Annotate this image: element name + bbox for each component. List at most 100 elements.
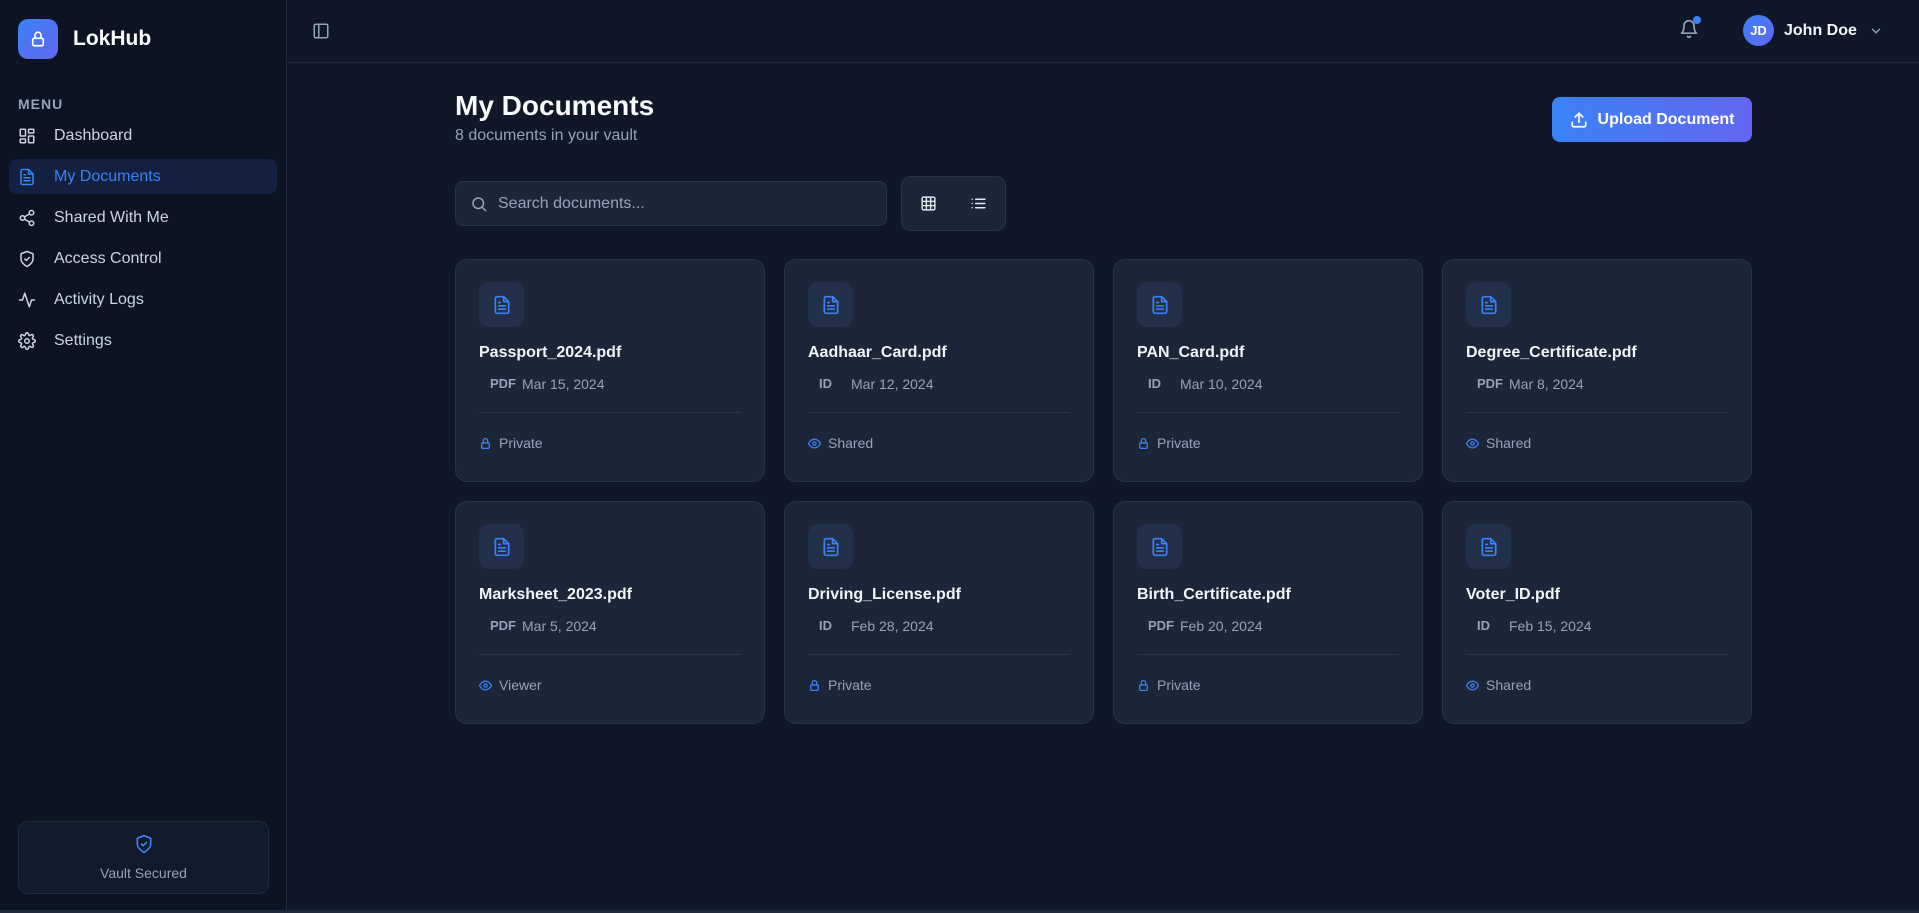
eye-icon: [479, 679, 492, 692]
lock-icon: [18, 19, 58, 59]
upload-button-label: Upload Document: [1597, 110, 1735, 128]
divider: [1466, 412, 1728, 413]
vault-status-label: Vault Secured: [100, 865, 187, 881]
document-type: PDF: [490, 376, 516, 391]
vault-status-card: Vault Secured: [18, 821, 269, 894]
document-card[interactable]: Birth_Certificate.pdf PDF Feb 20, 2024 P…: [1113, 501, 1423, 724]
file-text-icon: [479, 282, 524, 327]
access-status: Viewer: [479, 677, 542, 693]
sidebar: LokHub MENU Dashboard My Documents Share…: [0, 0, 287, 913]
document-card[interactable]: Marksheet_2023.pdf PDF Mar 5, 2024 Viewe…: [455, 501, 765, 724]
sidebar-item-dashboard[interactable]: Dashboard: [9, 118, 277, 153]
access-label: Shared: [1486, 435, 1532, 451]
file-text-icon: [479, 524, 524, 569]
shield-check-icon: [134, 834, 154, 859]
brand[interactable]: LokHub: [0, 0, 286, 78]
divider: [1466, 654, 1728, 655]
file-text-icon: [1137, 524, 1182, 569]
document-card[interactable]: PAN_Card.pdf ID Mar 10, 2024 Private: [1113, 259, 1423, 482]
access-status: Shared: [1466, 435, 1531, 451]
gear-icon: [18, 331, 36, 350]
grid-view-button[interactable]: [915, 190, 943, 218]
file-text-icon: [1466, 524, 1511, 569]
view-toggle: [901, 176, 1006, 231]
lock-icon: [1137, 437, 1150, 450]
search-input[interactable]: [498, 182, 886, 225]
document-type: ID: [1477, 618, 1490, 633]
user-menu[interactable]: JD John Doe: [1743, 15, 1883, 46]
eye-icon: [808, 437, 821, 450]
lock-icon: [808, 679, 821, 692]
access-label: Private: [828, 677, 872, 693]
divider: [808, 412, 1070, 413]
document-name: Voter_ID.pdf: [1466, 586, 1560, 603]
page-subtitle: 8 documents in your vault: [455, 127, 638, 144]
access-status: Private: [808, 677, 872, 693]
sidebar-item-label: My Documents: [54, 167, 161, 185]
document-name: PAN_Card.pdf: [1137, 344, 1245, 361]
access-status: Private: [1137, 677, 1201, 693]
access-label: Private: [499, 435, 543, 451]
document-date: Mar 8, 2024: [1509, 376, 1584, 392]
dashboard-icon: [18, 127, 36, 145]
document-name: Driving_License.pdf: [808, 586, 961, 603]
document-name: Passport_2024.pdf: [479, 344, 622, 361]
access-label: Private: [1157, 677, 1201, 693]
list-view-button[interactable]: [965, 190, 993, 218]
document-date: Mar 12, 2024: [851, 376, 934, 392]
upload-icon: [1570, 111, 1588, 129]
access-status: Private: [1137, 435, 1201, 451]
eye-icon: [1466, 437, 1479, 450]
document-date: Feb 15, 2024: [1509, 618, 1592, 634]
lock-icon: [479, 437, 492, 450]
document-date: Feb 28, 2024: [851, 618, 934, 634]
document-name: Marksheet_2023.pdf: [479, 586, 632, 603]
document-card[interactable]: Aadhaar_Card.pdf ID Mar 12, 2024 Shared: [784, 259, 1094, 482]
sidebar-item-activity-logs[interactable]: Activity Logs: [9, 282, 277, 317]
file-text-icon: [808, 524, 853, 569]
document-card[interactable]: Degree_Certificate.pdf PDF Mar 8, 2024 S…: [1442, 259, 1752, 482]
notification-bell-icon[interactable]: [1679, 16, 1701, 39]
sidebar-item-my-documents[interactable]: My Documents: [9, 159, 277, 194]
lock-icon: [1137, 679, 1150, 692]
access-label: Viewer: [499, 677, 542, 693]
topbar: JD John Doe: [287, 0, 1919, 63]
document-grid: Passport_2024.pdf PDF Mar 15, 2024 Priva…: [455, 259, 1752, 724]
page-title: My Documents: [455, 90, 655, 121]
document-type: ID: [819, 376, 832, 391]
sidebar-item-label: Dashboard: [54, 126, 133, 144]
sidebar-item-shared-with-me[interactable]: Shared With Me: [9, 200, 277, 235]
sidebar-item-label: Settings: [54, 331, 112, 349]
document-type: PDF: [1477, 376, 1503, 391]
sidebar-nav: Dashboard My Documents Shared With Me Ac…: [0, 118, 286, 358]
upload-document-button[interactable]: Upload Document: [1552, 97, 1752, 142]
document-date: Feb 20, 2024: [1180, 618, 1263, 634]
document-type: ID: [819, 618, 832, 633]
avatar: JD: [1743, 15, 1774, 46]
sidebar-item-label: Access Control: [54, 249, 162, 267]
document-date: Mar 5, 2024: [522, 618, 597, 634]
access-label: Shared: [828, 435, 874, 451]
document-type: PDF: [1148, 618, 1174, 633]
document-card[interactable]: Passport_2024.pdf PDF Mar 15, 2024 Priva…: [455, 259, 765, 482]
file-text-icon: [1137, 282, 1182, 327]
access-label: Shared: [1486, 677, 1532, 693]
document-card[interactable]: Driving_License.pdf ID Feb 28, 2024 Priv…: [784, 501, 1094, 724]
sidebar-toggle-icon[interactable]: [312, 22, 330, 40]
app-root: LokHub MENU Dashboard My Documents Share…: [0, 0, 1919, 913]
sidebar-item-access-control[interactable]: Access Control: [9, 241, 277, 276]
search-icon: [470, 195, 488, 213]
shield-icon: [18, 250, 36, 268]
document-type: ID: [1148, 376, 1161, 391]
document-icon: [18, 168, 36, 186]
divider: [808, 654, 1070, 655]
sidebar-item-label: Activity Logs: [54, 290, 144, 308]
divider: [1137, 412, 1399, 413]
notification-dot: [1693, 16, 1701, 24]
document-card[interactable]: Voter_ID.pdf ID Feb 15, 2024 Shared: [1442, 501, 1752, 724]
divider: [1137, 654, 1399, 655]
sidebar-item-settings[interactable]: Settings: [9, 323, 277, 358]
main-content: JD John Doe My Documents 8 documents in …: [287, 0, 1919, 913]
chevron-down-icon: [1869, 24, 1883, 38]
document-date: Mar 10, 2024: [1180, 376, 1263, 392]
